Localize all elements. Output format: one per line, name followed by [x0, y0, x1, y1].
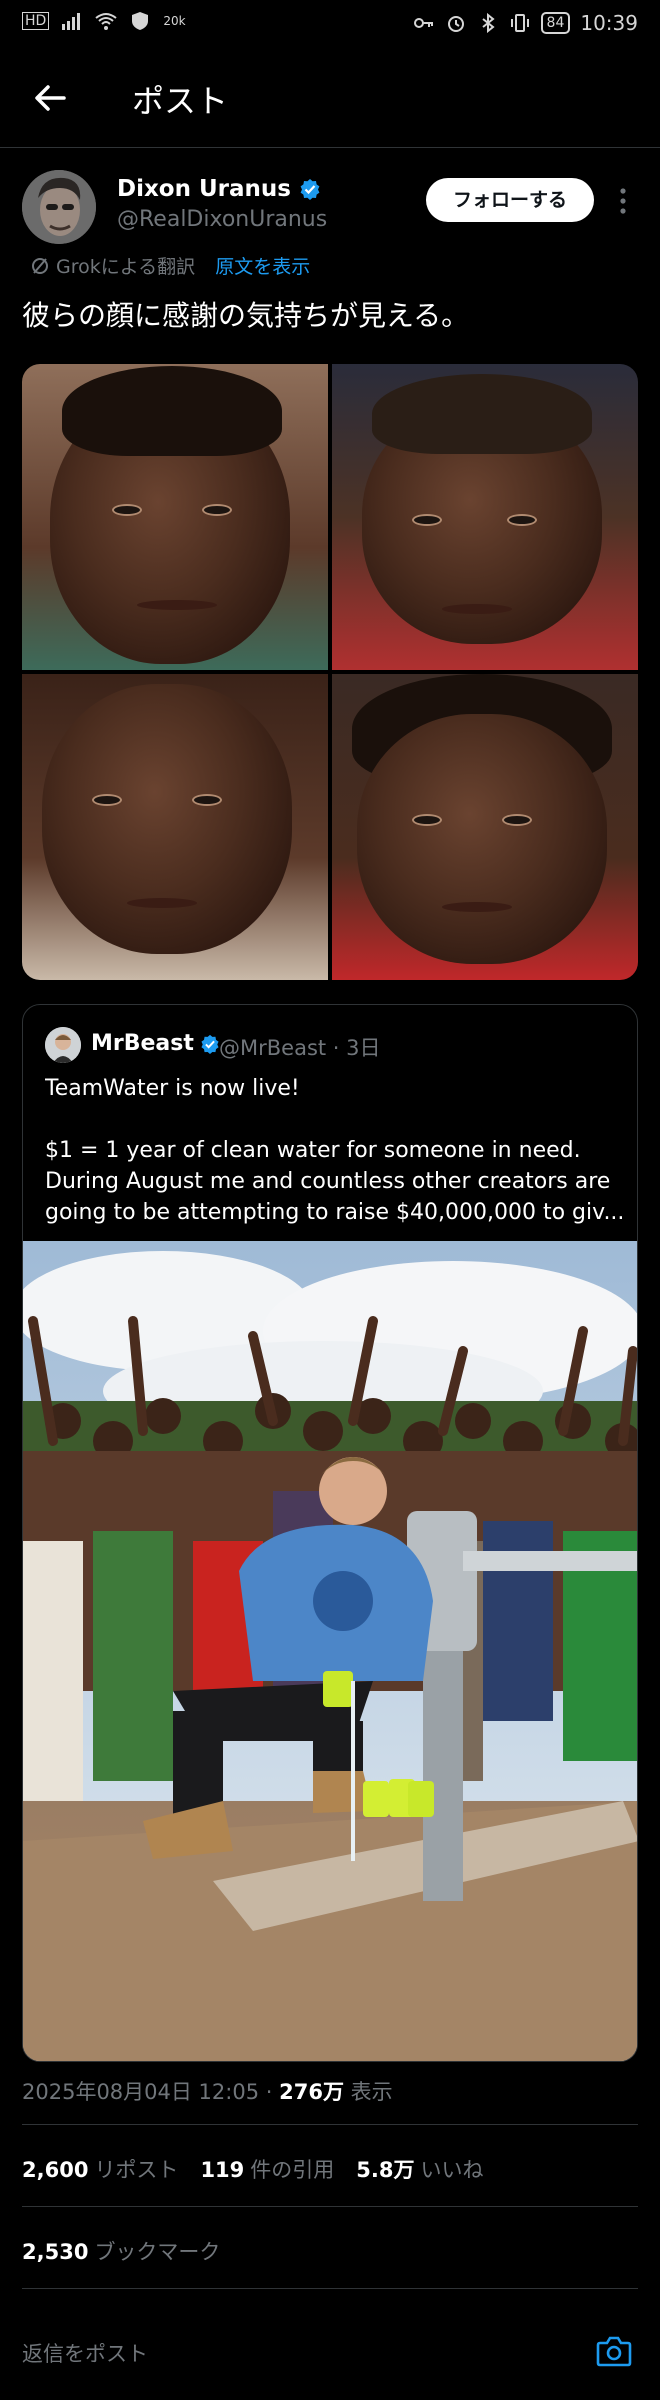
verified-badge-icon — [201, 1034, 219, 1054]
quotes-count: 119 — [200, 2158, 245, 2182]
media-image[interactable] — [332, 364, 638, 670]
quoted-author-name[interactable]: MrBeast — [91, 1031, 220, 1056]
quoted-text-line: TeamWater is now live! — [45, 1076, 300, 1101]
quoted-text-line: going to be attempting to raise $40,000,… — [45, 1200, 625, 1225]
top-bar: ポスト — [0, 48, 660, 148]
quoted-text-line: $1 = 1 year of clean water for someone i… — [45, 1138, 581, 1163]
mouth — [127, 898, 197, 908]
media-image[interactable] — [22, 674, 328, 980]
quoted-author-avatar[interactable] — [45, 1027, 81, 1063]
eye — [507, 514, 537, 526]
show-original-link[interactable]: 原文を表示 — [215, 252, 310, 279]
verified-badge-icon — [300, 179, 320, 200]
likes-label: いいね — [420, 2158, 484, 2182]
quoted-text-line — [45, 1104, 625, 1135]
more-options-icon[interactable] — [616, 186, 630, 216]
grok-icon — [32, 257, 48, 274]
bookmarks-count: 2,530 — [22, 2240, 89, 2264]
post-datetime: 2025年08月04日 12:05 · — [22, 2080, 280, 2104]
vibrate-icon — [510, 14, 529, 32]
data-speed: 20k — [163, 14, 186, 28]
page-title: ポスト — [132, 82, 229, 120]
post-text: 彼らの顔に感謝の気持ちが見える。 — [22, 299, 470, 332]
battery-indicator: 84 — [540, 12, 571, 34]
quoted-text-line: During August me and countless other cre… — [45, 1169, 611, 1194]
views-count: 276万 — [279, 2080, 344, 2104]
media-image[interactable] — [22, 364, 328, 670]
wifi-icon — [95, 13, 117, 30]
eye — [92, 794, 122, 806]
hair — [62, 366, 282, 456]
engagement-stats: 2,600 リポスト 119 件の引用 5.8万 いいね — [22, 2154, 483, 2184]
post-timestamp: 2025年08月04日 12:05 · 276万 表示 — [22, 2076, 393, 2106]
reposts-label: リポスト — [94, 2158, 179, 2182]
clock: 10:39 — [580, 11, 638, 35]
translation-row: Grokによる翻訳 原文を表示 — [30, 252, 310, 279]
divider — [22, 2288, 638, 2289]
follow-button[interactable]: フォローする — [426, 178, 594, 222]
back-arrow-icon[interactable] — [30, 78, 70, 118]
reply-input[interactable]: 返信をポスト — [22, 2338, 148, 2368]
translation-label: Grokによる翻訳 — [56, 256, 196, 278]
signal-icon — [62, 13, 81, 30]
divider — [22, 2206, 638, 2207]
eye — [412, 814, 442, 826]
author-name[interactable]: Dixon Uranus — [117, 176, 321, 202]
eye — [192, 794, 222, 806]
likes-count: 5.8万 — [356, 2158, 415, 2182]
quoted-author-handle: @MrBeast · 3日 — [219, 1036, 381, 1060]
bookmarks-label: ブックマーク — [94, 2240, 221, 2264]
eye — [412, 514, 442, 526]
status-bar: HD 20k 84 10:39 — [0, 0, 660, 48]
quoted-post-photo[interactable] — [23, 1241, 637, 2061]
quoted-author-name-text[interactable]: MrBeast — [91, 1031, 194, 1056]
eye — [502, 814, 532, 826]
quotes-stat[interactable]: 119 件の引用 — [200, 2154, 334, 2184]
bluetooth-icon — [481, 13, 495, 33]
key-icon — [413, 18, 433, 28]
author-avatar[interactable] — [22, 170, 96, 244]
author-handle[interactable]: @RealDixonUranus — [117, 207, 327, 232]
author-name-text[interactable]: Dixon Uranus — [117, 176, 291, 202]
divider — [22, 2124, 638, 2125]
reposts-stat[interactable]: 2,600 リポスト — [22, 2154, 178, 2184]
eye — [202, 504, 232, 516]
quoted-post-text: TeamWater is now live! $1 = 1 year of cl… — [45, 1073, 625, 1228]
hd-indicator: HD — [22, 12, 50, 30]
media-image[interactable] — [332, 674, 638, 980]
bookmarks-stat[interactable]: 2,530 ブックマーク — [22, 2236, 220, 2266]
mouth — [442, 902, 512, 912]
camera-icon[interactable] — [596, 2334, 632, 2368]
mouth — [442, 604, 512, 614]
shield-icon — [132, 12, 149, 30]
likes-stat[interactable]: 5.8万 いいね — [356, 2154, 483, 2184]
alarm-icon — [447, 16, 464, 32]
face — [42, 684, 292, 954]
mouth — [137, 600, 217, 610]
post-media-grid[interactable] — [22, 364, 638, 980]
quotes-label: 件の引用 — [250, 2158, 335, 2182]
face — [357, 714, 607, 964]
reposts-count: 2,600 — [22, 2158, 89, 2182]
views-label: 表示 — [343, 2080, 393, 2104]
quoted-post[interactable]: MrBeast @MrBeast · 3日 TeamWater is now l… — [22, 1004, 638, 2062]
eye — [112, 504, 142, 516]
hair — [372, 374, 592, 454]
